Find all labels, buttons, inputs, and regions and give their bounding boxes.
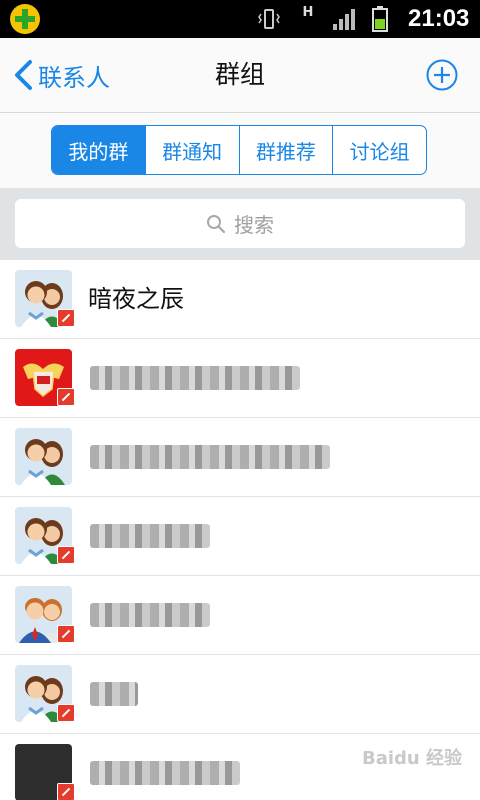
list-item[interactable] [0,497,480,576]
couple-avatar [15,428,72,485]
watermark: Baidu 经验 [362,748,463,769]
clock-label: 21:03 [408,5,470,32]
search-input[interactable]: 搜索 [15,199,465,248]
obscured-group-name [90,524,210,548]
obscured-group-name [90,603,210,627]
group-list: 暗夜之辰 [0,260,480,800]
list-item[interactable] [0,655,480,734]
obscured-group-name [90,445,330,469]
battery-icon [372,6,388,32]
list-item[interactable] [0,339,480,418]
blocked-badge-icon [57,546,75,564]
signal-icon [333,9,355,30]
list-item[interactable]: 暗夜之辰 [0,260,480,339]
vibrate-icon [258,9,280,29]
status-bar: H 21:03 [0,0,480,38]
blocked-badge-icon [57,704,75,722]
tab-discussion-groups[interactable]: 讨论组 [332,126,426,174]
nav-bar: 联系人 群组 [0,38,480,113]
blocked-badge-icon [57,388,75,406]
group-name: 暗夜之辰 [88,285,184,313]
blocked-badge-icon [57,783,75,800]
obscured-group-name [90,761,240,785]
segmented-tabs: 我的群 群通知 群推荐 讨论组 [51,125,427,175]
tabs-area: 我的群 群通知 群推荐 讨论组 [0,113,480,188]
back-button[interactable]: 联系人 [12,54,110,96]
plus-circle-icon[interactable] [426,59,458,91]
blocked-badge-icon [57,309,75,327]
back-button-label: 联系人 [38,63,110,92]
tab-my-groups[interactable]: 我的群 [52,126,145,174]
chevron-left-icon [15,60,32,90]
network-type-label: H [302,5,314,20]
obscured-group-name [90,682,138,706]
search-area: 搜索 [0,188,480,260]
search-icon [207,214,226,233]
blocked-badge-icon [57,625,75,643]
obscured-group-name [90,366,300,390]
search-placeholder: 搜索 [234,213,274,237]
list-item[interactable] [0,418,480,497]
tab-group-notifications[interactable]: 群通知 [144,126,239,174]
tab-group-recommendations[interactable]: 群推荐 [238,126,333,174]
couple-avatar-image [21,439,65,485]
list-item[interactable] [0,576,480,655]
app-logo-icon [10,4,40,34]
page-title: 群组 [214,60,265,89]
